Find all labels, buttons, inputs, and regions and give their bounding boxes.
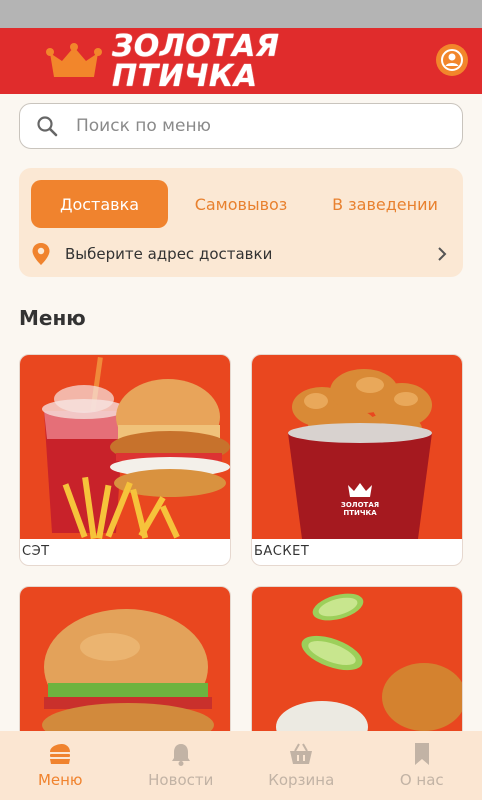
burger-image <box>20 587 230 745</box>
nav-label: Новости <box>148 771 214 789</box>
bell-icon <box>171 744 190 766</box>
basket-icon <box>290 743 313 764</box>
menu-card-label: БАСКЕТ <box>254 544 310 559</box>
bookmark-icon <box>414 743 429 765</box>
app-header: ЗОЛОТАЯ ПТИЧКА <box>0 28 482 94</box>
nav-about[interactable]: О нас <box>362 731 482 800</box>
nav-label: Корзина <box>268 771 335 789</box>
menu-card-basket[interactable]: ЗОЛОТАЯ ПТИЧКА БАСКЕТ <box>251 354 463 566</box>
menu-card-label: СЭТ <box>22 544 50 559</box>
nav-label: Меню <box>37 771 83 789</box>
order-type-card: Доставка Самовывоз В заведении Выберите … <box>19 168 463 277</box>
menu-card-burger[interactable] <box>19 586 231 746</box>
menu-card-set[interactable]: СЭТ <box>19 354 231 566</box>
crown-icon <box>46 43 102 77</box>
salad-image <box>252 587 462 745</box>
search-bar[interactable] <box>19 103 463 149</box>
brand-name: ЗОЛОТАЯ ПТИЧКА <box>111 29 280 94</box>
address-selector[interactable]: Выберите адрес доставки <box>31 240 455 268</box>
set-image <box>20 355 230 539</box>
menu-heading: Меню <box>19 306 86 330</box>
nav-news[interactable]: Новости <box>121 731 242 800</box>
status-bar <box>0 0 482 28</box>
chevron-right-icon <box>438 247 447 261</box>
nav-menu[interactable]: Меню <box>0 731 121 800</box>
menu-card-salad[interactable] <box>251 586 463 746</box>
bottom-navigation: Меню Новости Корзина О нас <box>0 731 482 800</box>
tab-pickup[interactable]: Самовывоз <box>179 180 303 228</box>
tab-dine-in[interactable]: В заведении <box>315 180 455 228</box>
user-icon <box>441 49 463 71</box>
address-prompt: Выберите адрес доставки <box>65 245 273 263</box>
basket-image: ЗОЛОТАЯ ПТИЧКА <box>252 355 462 539</box>
nav-cart[interactable]: Корзина <box>241 731 362 800</box>
bucket-brand-print: ЗОЛОТАЯ ПТИЧКА <box>340 501 380 517</box>
search-input[interactable] <box>76 116 436 136</box>
location-pin-icon <box>32 243 50 265</box>
burger-icon <box>50 744 71 764</box>
tab-delivery[interactable]: Доставка <box>31 180 168 228</box>
search-icon <box>37 116 58 137</box>
profile-button[interactable] <box>436 44 468 76</box>
nav-label: О нас <box>399 771 444 789</box>
brand-logo: ЗОЛОТАЯ ПТИЧКА <box>46 32 436 92</box>
